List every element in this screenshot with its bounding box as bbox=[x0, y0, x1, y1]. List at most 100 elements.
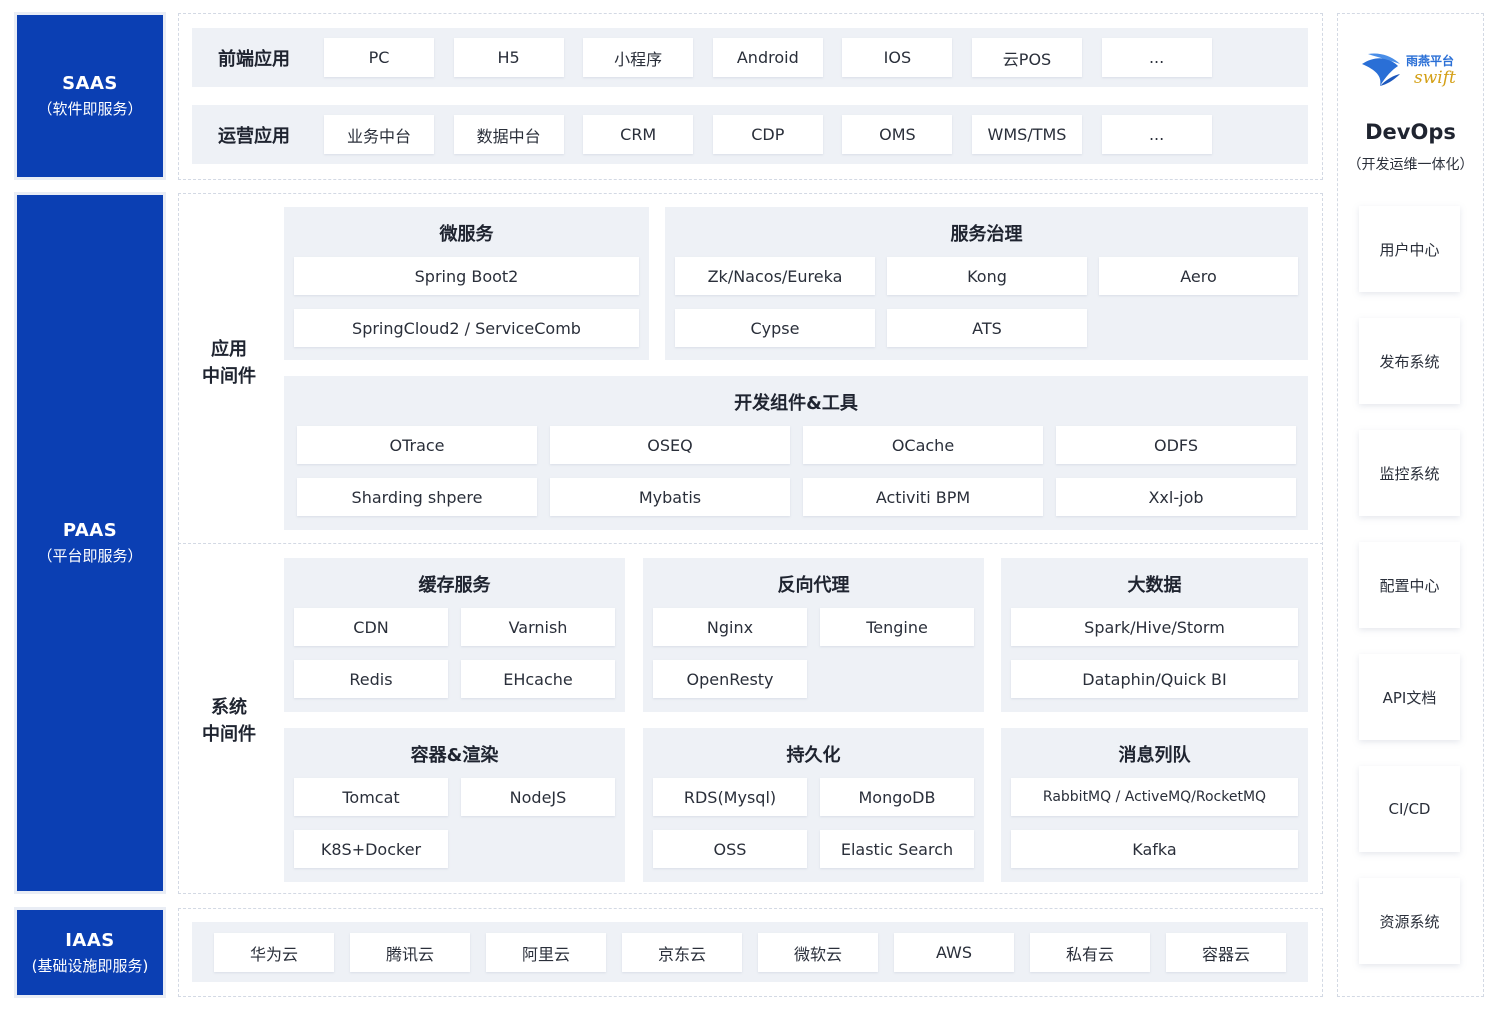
saas-layer-label: SAAS （软件即服务） bbox=[17, 15, 163, 177]
chip-ocache: OCache bbox=[803, 426, 1043, 464]
chip-springcloud: SpringCloud2 / ServiceComb bbox=[294, 309, 639, 347]
app-middleware-label: 应用 中间件 bbox=[190, 336, 268, 390]
iaas-strip: 华为云 腾讯云 阿里云 京东云 微软云 AWS 私有云 容器云 bbox=[192, 922, 1308, 982]
swift-logo: 雨燕平台 swift bbox=[1358, 46, 1462, 98]
chip-kong: Kong bbox=[887, 257, 1087, 295]
chip-cdn: CDN bbox=[294, 608, 448, 646]
chip-odfs: ODFS bbox=[1056, 426, 1296, 464]
microservice-title: 微服务 bbox=[439, 224, 494, 245]
chip-springboot: Spring Boot2 bbox=[294, 257, 639, 295]
mq-section: 消息列队 RabbitMQ / ActiveMQ/RocketMQ Kafka bbox=[1001, 728, 1308, 882]
system-middleware-label: 系统 中间件 bbox=[190, 694, 268, 748]
frontend-chip: ... bbox=[1101, 38, 1212, 77]
chip-mongodb: MongoDB bbox=[820, 778, 974, 816]
iaas-chip: 腾讯云 bbox=[350, 933, 470, 972]
bigdata-section: 大数据 Spark/Hive/Storm Dataphin/Quick BI bbox=[1001, 558, 1308, 712]
operation-chip: OMS bbox=[842, 115, 953, 154]
operation-chip: ... bbox=[1101, 115, 1212, 154]
iaas-name: IAAS bbox=[65, 929, 115, 951]
chip-oseq: OSEQ bbox=[550, 426, 790, 464]
logo-subtext: swift bbox=[1414, 68, 1456, 88]
frontend-label: 前端应用 bbox=[218, 48, 290, 70]
persistence-title: 持久化 bbox=[786, 745, 841, 766]
proxy-title: 反向代理 bbox=[777, 575, 850, 596]
iaas-chip: 阿里云 bbox=[486, 933, 606, 972]
iaas-desc: (基础设施即服务) bbox=[31, 956, 149, 975]
devops-subtitle: （开发运维一体化） bbox=[1347, 157, 1474, 173]
devtools-section: 开发组件&工具 OTrace OSEQ OCache ODFS Sharding… bbox=[284, 376, 1308, 530]
operation-chip: CRM bbox=[583, 115, 694, 154]
devops-item-user-center: 用户中心 bbox=[1359, 206, 1460, 292]
frontend-chip: IOS bbox=[842, 38, 953, 77]
iaas-chip: 微软云 bbox=[758, 933, 878, 972]
proxy-section: 反向代理 Nginx Tengine OpenResty bbox=[643, 558, 984, 712]
chip-ats: ATS bbox=[887, 309, 1087, 347]
frontend-strip: 前端应用 PC H5 小程序 Android IOS 云POS... bbox=[192, 28, 1308, 87]
frontend-chip: H5 bbox=[453, 38, 564, 77]
logo-text: 雨燕平台 bbox=[1406, 54, 1455, 68]
operation-strip: 运营应用 业务中台 数据中台 CRM CDP OMS WMS/TMS... bbox=[192, 105, 1308, 164]
chip-ehcache: EHcache bbox=[461, 660, 615, 698]
iaas-chip: 私有云 bbox=[1030, 933, 1150, 972]
iaas-chip: 华为云 bbox=[214, 933, 334, 972]
chip-redis: Redis bbox=[294, 660, 448, 698]
operation-chip: WMS/TMS bbox=[972, 115, 1082, 154]
frontend-chip: PC bbox=[324, 38, 434, 77]
chip-cypse: Cypse bbox=[675, 309, 875, 347]
chip-rds: RDS(Mysql) bbox=[653, 778, 807, 816]
chip-elastic: Elastic Search bbox=[820, 830, 974, 868]
bigdata-title: 大数据 bbox=[1127, 575, 1182, 596]
chip-sharding: Sharding shpere bbox=[297, 478, 537, 516]
chip-otrace: OTrace bbox=[297, 426, 537, 464]
frontend-chip: 云POS bbox=[972, 38, 1082, 77]
chip-varnish: Varnish bbox=[461, 608, 615, 646]
governance-title: 服务治理 bbox=[950, 224, 1023, 245]
paas-name: PAAS bbox=[62, 520, 118, 541]
iaas-chip: 容器云 bbox=[1166, 933, 1286, 972]
chip-kafka: Kafka bbox=[1011, 830, 1298, 868]
chip-dataphin: Dataphin/Quick BI bbox=[1011, 660, 1298, 698]
operation-label: 运营应用 bbox=[218, 125, 290, 147]
chip-rabbitmq: RabbitMQ / ActiveMQ/RocketMQ bbox=[1011, 778, 1298, 816]
chip-zk-nacos-eureka: Zk/Nacos/Eureka bbox=[675, 257, 875, 295]
app-middleware-line1: 应用 bbox=[211, 339, 247, 360]
devops-item-api-docs: API文档 bbox=[1359, 654, 1460, 740]
chip-openresty: OpenResty bbox=[653, 660, 807, 698]
devops-item-config-center: 配置中心 bbox=[1359, 542, 1460, 628]
devops-item-monitoring-system: 监控系统 bbox=[1359, 430, 1460, 516]
chip-aero: Aero bbox=[1099, 257, 1298, 295]
app-middleware-line2: 中间件 bbox=[202, 366, 256, 387]
saas-name: SAAS bbox=[62, 73, 118, 94]
paas-divider bbox=[178, 543, 1323, 544]
system-middleware-line1: 系统 bbox=[211, 697, 247, 718]
cache-title: 缓存服务 bbox=[418, 575, 491, 596]
iaas-layer-label: IAAS (基础设施即服务) bbox=[17, 910, 163, 995]
container-title: 容器&渲染 bbox=[410, 745, 499, 766]
paas-desc: （平台即服务） bbox=[37, 547, 143, 565]
operation-chip: CDP bbox=[712, 115, 823, 154]
devtools-title: 开发组件&工具 bbox=[734, 393, 858, 414]
chip-xxljob: Xxl-job bbox=[1056, 478, 1296, 516]
operation-chip: 数据中台 bbox=[453, 115, 564, 154]
chip-spark: Spark/Hive/Storm bbox=[1011, 608, 1298, 646]
frontend-chip: Android bbox=[712, 38, 823, 77]
devops-title: DevOps bbox=[1365, 120, 1456, 144]
chip-activiti: Activiti BPM bbox=[803, 478, 1043, 516]
chip-k8s: K8S+Docker bbox=[294, 830, 448, 868]
chip-tomcat: Tomcat bbox=[294, 778, 448, 816]
frontend-chip: 小程序 bbox=[583, 38, 694, 77]
chip-mybatis: Mybatis bbox=[550, 478, 790, 516]
container-section: 容器&渲染 Tomcat NodeJS K8S+Docker bbox=[284, 728, 625, 882]
operation-chip: 业务中台 bbox=[324, 115, 434, 154]
iaas-chip: AWS bbox=[894, 933, 1014, 972]
governance-section: 服务治理 Zk/Nacos/Eureka Kong Aero Cypse ATS bbox=[665, 207, 1308, 360]
mq-title: 消息列队 bbox=[1118, 745, 1191, 766]
chip-oss: OSS bbox=[653, 830, 807, 868]
saas-desc: （软件即服务） bbox=[37, 100, 143, 118]
iaas-chip: 京东云 bbox=[622, 933, 742, 972]
chip-nginx: Nginx bbox=[653, 608, 807, 646]
cache-section: 缓存服务 CDN Varnish Redis EHcache bbox=[284, 558, 625, 712]
devops-item-cicd: CI/CD bbox=[1359, 766, 1460, 852]
chip-tengine: Tengine bbox=[820, 608, 974, 646]
paas-layer-label: PAAS （平台即服务） bbox=[17, 195, 163, 891]
